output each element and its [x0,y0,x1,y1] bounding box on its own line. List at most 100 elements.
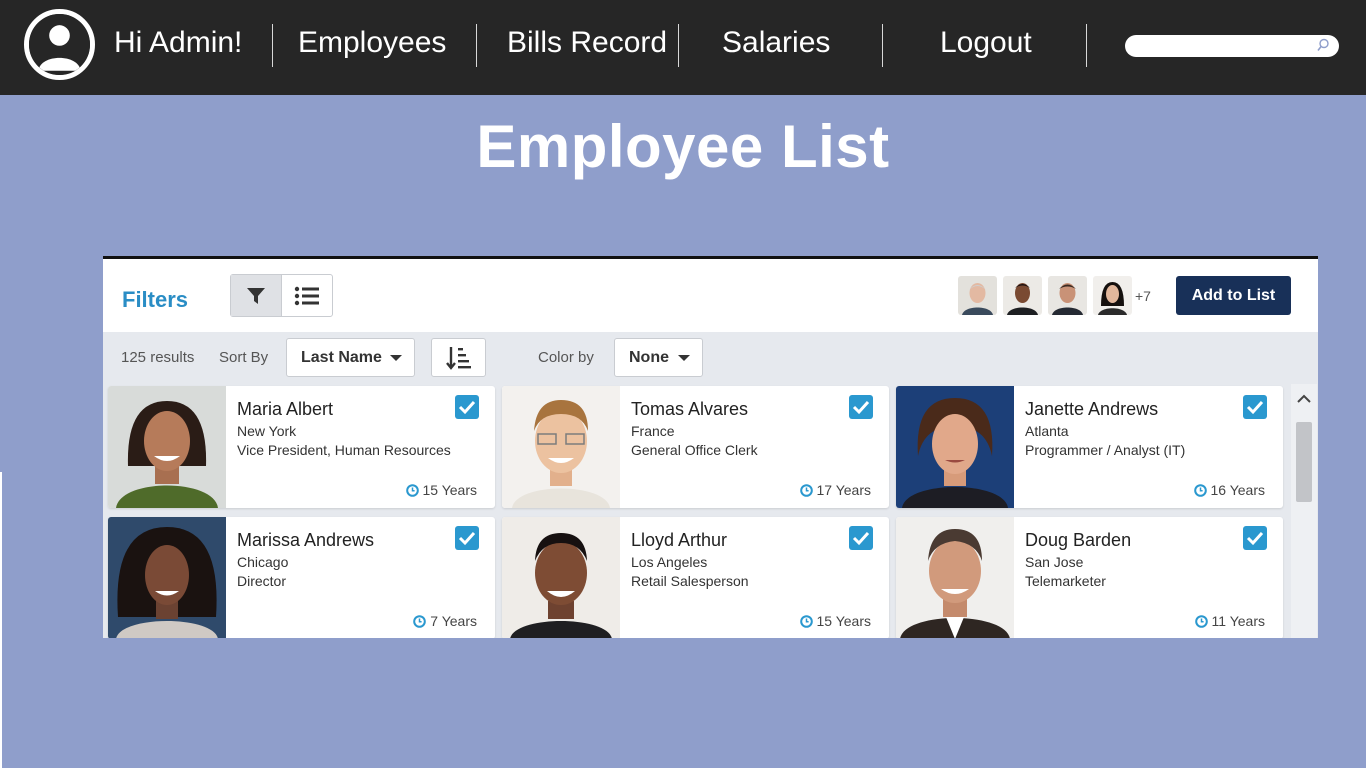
search-input[interactable] [1125,35,1339,57]
sort-by-dropdown[interactable]: Last Name [286,338,415,377]
employee-card[interactable]: Maria Albert New York Vice President, Hu… [108,386,495,508]
tenure: 16 Years [1193,482,1266,498]
chevron-down-icon [678,355,690,361]
tenure: 11 Years [1194,613,1265,629]
selected-person-thumbnail[interactable] [1093,276,1132,315]
color-by-value: None [629,349,669,366]
tenure-years: 7 Years [430,613,477,629]
tenure-years: 16 Years [1210,482,1266,498]
employee-city: New York [237,423,297,439]
clock-icon [405,483,419,497]
scrollbar[interactable] [1291,384,1317,638]
funnel-icon [247,287,265,304]
view-toggle [230,274,333,317]
sort-by-label: Sort By [219,349,269,366]
nav-divider [476,24,477,67]
employee-role: Telemarketer [1025,573,1106,589]
nav-divider [1086,24,1087,67]
left-edge-line [0,472,2,768]
select-checkbox[interactable] [1243,395,1267,419]
clock-icon [799,483,813,497]
employee-city: Atlanta [1025,423,1069,439]
color-by-label: Color by [538,349,594,366]
panel-header: Filters +7 Add to List [103,259,1318,332]
employee-panel: Filters +7 Add to List 125 results Sort … [103,256,1318,638]
list-view-button[interactable] [282,275,332,316]
filter-view-button[interactable] [231,275,282,316]
chevron-down-icon [390,355,402,361]
chevron-up-icon[interactable] [1297,394,1311,404]
select-checkbox[interactable] [455,395,479,419]
clock-icon [413,614,427,628]
nav-bills-record-link[interactable]: Bills Record [507,26,667,60]
clock-icon [1194,614,1208,628]
sort-order-button[interactable] [431,338,486,377]
filters-title: Filters [122,287,189,312]
employee-city: San Jose [1025,554,1084,570]
sort-by-value: Last Name [301,349,382,366]
clock-icon [1193,483,1207,497]
employee-name: Tomas Alvares [631,399,749,419]
checkmark-icon [1246,400,1264,415]
employee-role: Director [237,573,287,589]
greeting-text: Hi Admin! [114,26,243,59]
checkmark-icon [852,531,870,546]
selected-thumbnails [958,276,1132,315]
employee-photo [108,517,226,638]
tenure-years: 17 Years [816,482,872,498]
top-navbar: Hi Admin! Employees Bills Record Salarie… [0,0,1366,95]
employee-name: Maria Albert [237,399,334,419]
checkmark-icon [852,400,870,415]
employee-card[interactable]: Marissa Andrews Chicago Director 7 Years [108,517,495,638]
employee-card[interactable]: Lloyd Arthur Los Angeles Retail Salesper… [502,517,889,638]
employee-name: Marissa Andrews [237,530,375,550]
employee-name: Janette Andrews [1025,399,1159,419]
sort-descending-icon [445,346,471,370]
checkmark-icon [458,400,476,415]
nav-divider [272,24,273,67]
results-count: 125 results [121,349,195,366]
page-title: Employee List [476,113,890,180]
select-checkbox[interactable] [455,526,479,550]
tenure: 15 Years [405,482,477,498]
employee-photo [502,386,620,508]
color-by-dropdown[interactable]: None [614,338,703,377]
tenure: 15 Years [799,613,872,629]
employee-city: Los Angeles [631,554,708,570]
nav-salaries-link[interactable]: Salaries [722,26,830,60]
nav-employees-link[interactable]: Employees [298,26,446,60]
nav-divider [678,24,679,67]
select-checkbox[interactable] [849,395,873,419]
select-checkbox[interactable] [1243,526,1267,550]
employee-role: Programmer / Analyst (IT) [1025,442,1186,458]
checkmark-icon [1246,531,1264,546]
employee-card[interactable]: Tomas Alvares France General Office Cler… [502,386,889,508]
tenure-years: 11 Years [1211,613,1265,629]
employee-role: General Office Clerk [631,442,758,458]
tenure: 17 Years [799,482,872,498]
employee-photo [896,386,1014,508]
scrollbar-thumb[interactable] [1296,422,1312,502]
add-to-list-button[interactable]: Add to List [1176,276,1291,315]
tenure: 7 Years [413,613,477,629]
employee-city: France [631,423,675,439]
employee-name: Doug Barden [1025,530,1132,550]
employee-role: Vice President, Human Resources [237,442,451,458]
search-icon[interactable] [1316,38,1330,52]
nav-divider [882,24,883,67]
clock-icon [799,614,813,628]
nav-logout-link[interactable]: Logout [940,26,1032,60]
employee-card[interactable]: Doug Barden San Jose Telemarketer 11 Yea… [896,517,1283,638]
selected-person-thumbnail[interactable] [1003,276,1042,315]
employee-city: Chicago [237,554,289,570]
selected-person-thumbnail[interactable] [1048,276,1087,315]
select-checkbox[interactable] [849,526,873,550]
list-icon [294,286,319,305]
employee-photo [896,517,1014,638]
user-avatar-icon[interactable] [24,9,95,80]
employee-card[interactable]: Janette Andrews Atlanta Programmer / Ana… [896,386,1283,508]
employee-role: Retail Salesperson [631,573,749,589]
tenure-years: 15 Years [816,613,872,629]
checkmark-icon [458,531,476,546]
selected-person-thumbnail[interactable] [958,276,997,315]
